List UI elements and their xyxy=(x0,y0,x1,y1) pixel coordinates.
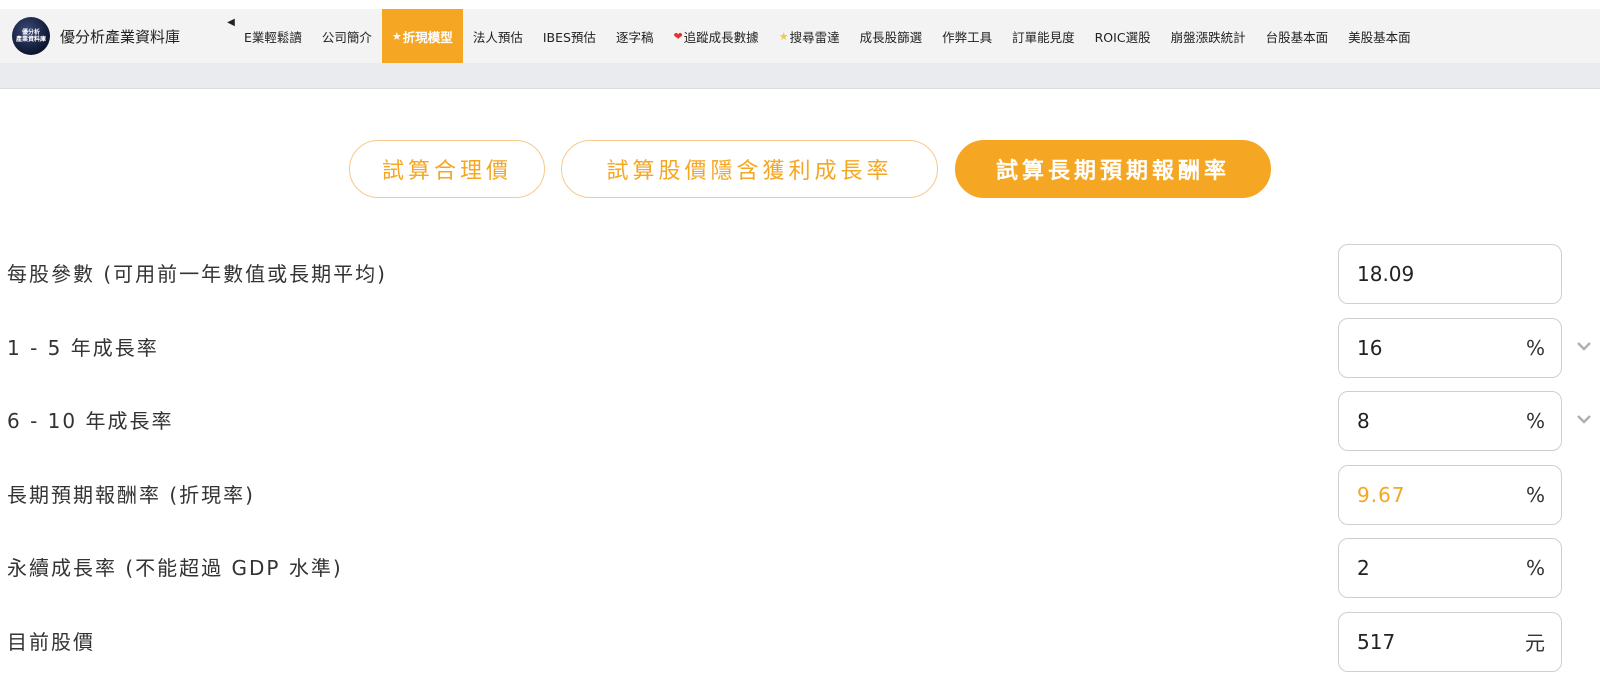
nav-item-label: 逐字稿 xyxy=(615,29,654,45)
field-label: 1 - 5 年成長率 xyxy=(7,335,159,360)
form-row: 每股參數 (可用前一年數值或長期平均) 18.09 xyxy=(0,244,1600,304)
brand-name: 優分析產業資料庫 xyxy=(60,27,181,46)
nav-item-label: 法人預估 xyxy=(472,29,523,45)
chevron-down-icon[interactable] xyxy=(1574,336,1594,356)
nav-item-11[interactable]: ROIC選股 xyxy=(1085,9,1161,63)
nav-item-label: 作弊工具 xyxy=(942,29,993,45)
nav-scroll-left-icon[interactable]: ◀ xyxy=(222,9,240,63)
form-row: 永續成長率 (不能超過 GDP 水準) 2% xyxy=(0,538,1600,598)
nav-item-3[interactable]: 法人預估 xyxy=(463,9,533,63)
brand-logo-text: 優分析 產業資料庫 xyxy=(15,29,46,43)
nav-item-label: 公司簡介 xyxy=(321,29,372,45)
field-label: 永續成長率 (不能超過 GDP 水準) xyxy=(7,556,343,580)
nav-item-label: 成長股篩選 xyxy=(859,29,923,45)
mode-button-0[interactable]: 試算合理價 xyxy=(349,140,545,198)
nav-item-10[interactable]: 訂單能見度 xyxy=(1002,9,1085,63)
brand-logo: 優分析 產業資料庫 xyxy=(12,17,50,55)
field-unit: 元 xyxy=(1525,631,1545,655)
nav-item-label: 搜尋雷達 xyxy=(789,29,840,45)
field-unit: % xyxy=(1525,482,1545,507)
field-input[interactable]: 2% xyxy=(1338,538,1562,598)
star-icon: ★ xyxy=(778,29,789,43)
nav-item-label: 折現模型 xyxy=(402,29,453,45)
field-unit: % xyxy=(1525,556,1545,580)
nav-item-label: 訂單能見度 xyxy=(1012,29,1075,45)
form-row: 6 - 10 年成長率 8% xyxy=(0,391,1600,451)
nav-item-1[interactable]: 公司簡介 xyxy=(312,9,382,63)
field-label: 6 - 10 年成長率 xyxy=(7,409,174,433)
nav-item-5[interactable]: 逐字稿 xyxy=(606,9,664,63)
nav-item-label: E業輕鬆讀 xyxy=(244,29,302,45)
form-row: 目前股價 517 元 xyxy=(0,611,1600,672)
brand[interactable]: 優分析 產業資料庫 優分析產業資料庫 xyxy=(0,9,222,63)
nav-item-label: ROIC選股 xyxy=(1094,29,1151,45)
chevron-down-icon[interactable] xyxy=(1574,409,1594,429)
nav-item-12[interactable]: 崩盤漲跌統計 xyxy=(1161,9,1256,63)
nav-item-9[interactable]: 作弊工具 xyxy=(932,9,1002,63)
nav-item-2[interactable]: ★ 折現模型 xyxy=(381,9,463,63)
field-input[interactable]: 8% xyxy=(1338,391,1562,451)
mode-selector: 試算合理價 試算股價隱含獲利成長率 試算長期預期報酬率 xyxy=(0,140,1600,200)
nav-item-8[interactable]: 成長股篩選 xyxy=(850,9,933,63)
field-input[interactable]: 16% xyxy=(1338,317,1562,378)
mode-button-label: 試算股價隱含獲利成長率 xyxy=(606,159,893,184)
nav-item-label: 追蹤成長數據 xyxy=(683,29,759,45)
sub-bar xyxy=(0,63,1600,89)
nav-item-13[interactable]: 台股基本面 xyxy=(1256,9,1339,63)
heart-icon: ❤ xyxy=(673,29,683,43)
field-label: 目前股價 xyxy=(7,629,95,654)
field-input[interactable]: 18.09 xyxy=(1338,244,1562,304)
field-value: 18.09 xyxy=(1357,262,1415,286)
mode-button-label: 試算合理價 xyxy=(381,159,512,184)
field-label: 長期預期報酬率 (折現率) xyxy=(7,482,255,507)
nav-item-label: 崩盤漲跌統計 xyxy=(1170,29,1246,45)
mode-button-label: 試算長期預期報酬率 xyxy=(995,159,1230,184)
nav-item-4[interactable]: IBES預估 xyxy=(533,9,606,63)
form-row: 長期預期報酬率 (折現率) 9.67% xyxy=(0,464,1600,525)
field-input[interactable]: 9.67% xyxy=(1338,464,1562,525)
nav-item-label: IBES預估 xyxy=(542,29,596,45)
nav-item-7[interactable]: ★ 搜尋雷達 xyxy=(769,9,850,63)
mode-button-2[interactable]: 試算長期預期報酬率 xyxy=(955,140,1271,198)
field-value: 16 xyxy=(1357,335,1383,360)
field-unit: % xyxy=(1525,335,1545,360)
field-input[interactable]: 517 元 xyxy=(1338,611,1562,672)
field-value: 2 xyxy=(1357,556,1370,580)
nav-item-label: 台股基本面 xyxy=(1265,29,1329,45)
field-value: 8 xyxy=(1357,409,1370,433)
nav-item-0[interactable]: E業輕鬆讀 xyxy=(240,9,312,63)
nav-item-14[interactable]: 美股基本面 xyxy=(1338,9,1421,63)
nav-item-label: 美股基本面 xyxy=(1348,29,1411,45)
field-unit: % xyxy=(1525,409,1545,433)
star-icon: ★ xyxy=(391,29,402,43)
top-nav-bar: 優分析 產業資料庫 優分析產業資料庫 ◀ E業輕鬆讀 公司簡介 ★ 折現模型 法人預估 I… xyxy=(0,9,1600,63)
nav-menu: E業輕鬆讀 公司簡介 ★ 折現模型 法人預估 IBES預估 逐字稿 ❤ 追蹤成長數據 ★ 搜尋雷達成… xyxy=(240,9,1600,63)
field-value: 9.67 xyxy=(1357,482,1406,507)
field-value: 517 xyxy=(1357,629,1396,654)
form-row: 1 - 5 年成長率 16% xyxy=(0,317,1600,378)
nav-item-6[interactable]: ❤ 追蹤成長數據 xyxy=(663,9,768,63)
mode-button-1[interactable]: 試算股價隱含獲利成長率 xyxy=(561,140,938,198)
field-label: 每股參數 (可用前一年數值或長期平均) xyxy=(7,262,387,286)
